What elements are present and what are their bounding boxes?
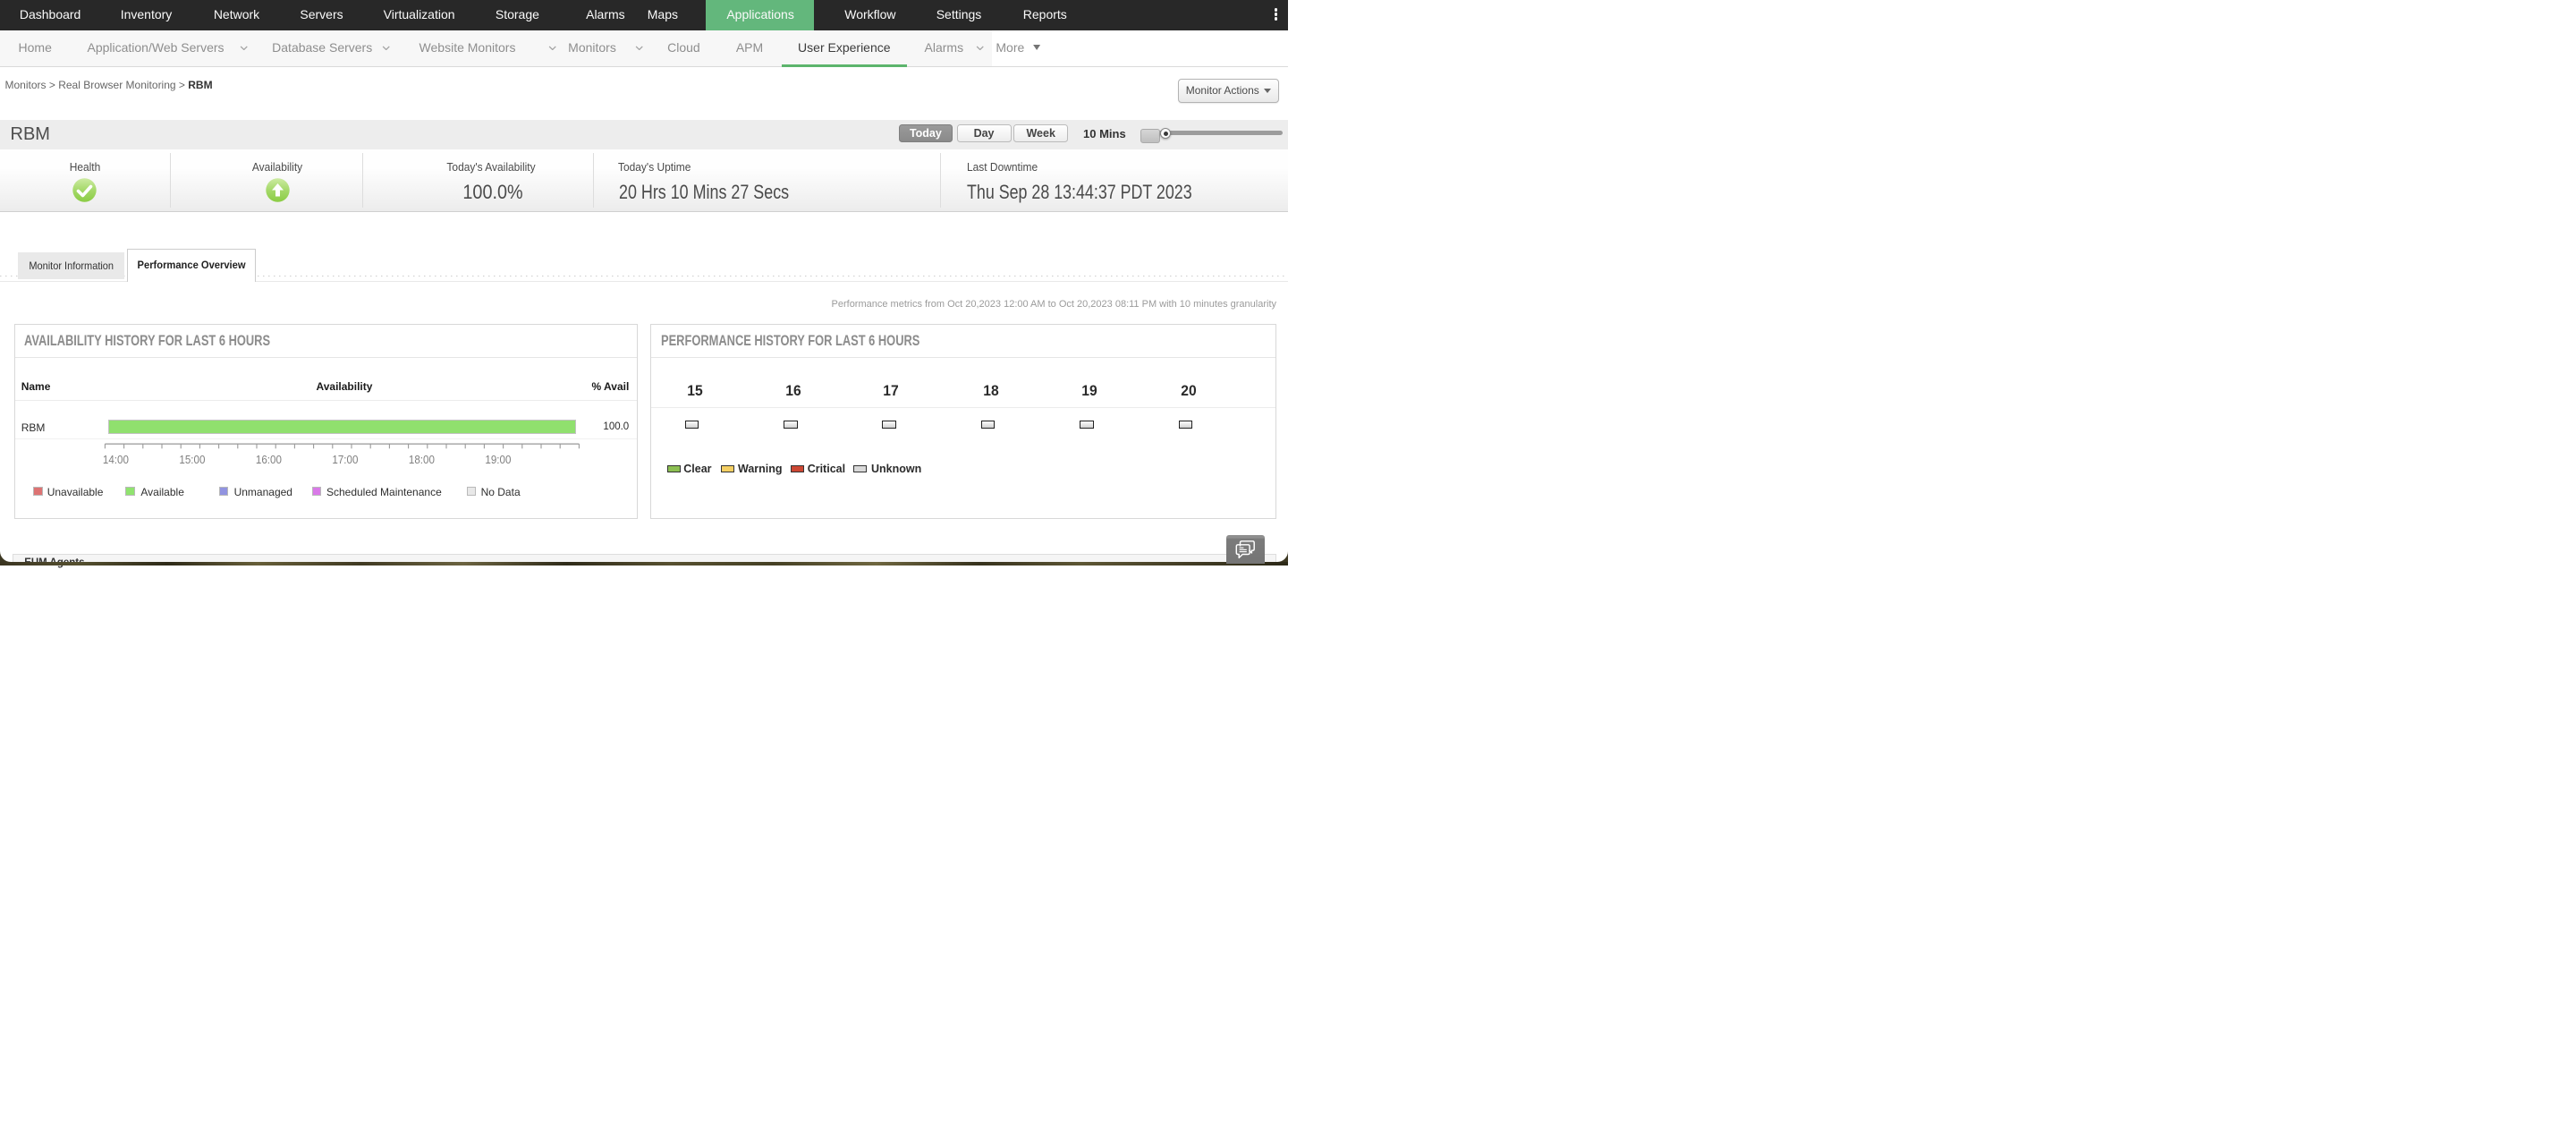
svg-text:19:00: 19:00	[485, 454, 511, 466]
svg-text:17:00: 17:00	[332, 454, 358, 466]
svg-text:15:00: 15:00	[179, 454, 205, 466]
svg-text:16:00: 16:00	[255, 454, 281, 466]
svg-text:14:00: 14:00	[102, 454, 128, 466]
svg-text:18:00: 18:00	[408, 454, 434, 466]
